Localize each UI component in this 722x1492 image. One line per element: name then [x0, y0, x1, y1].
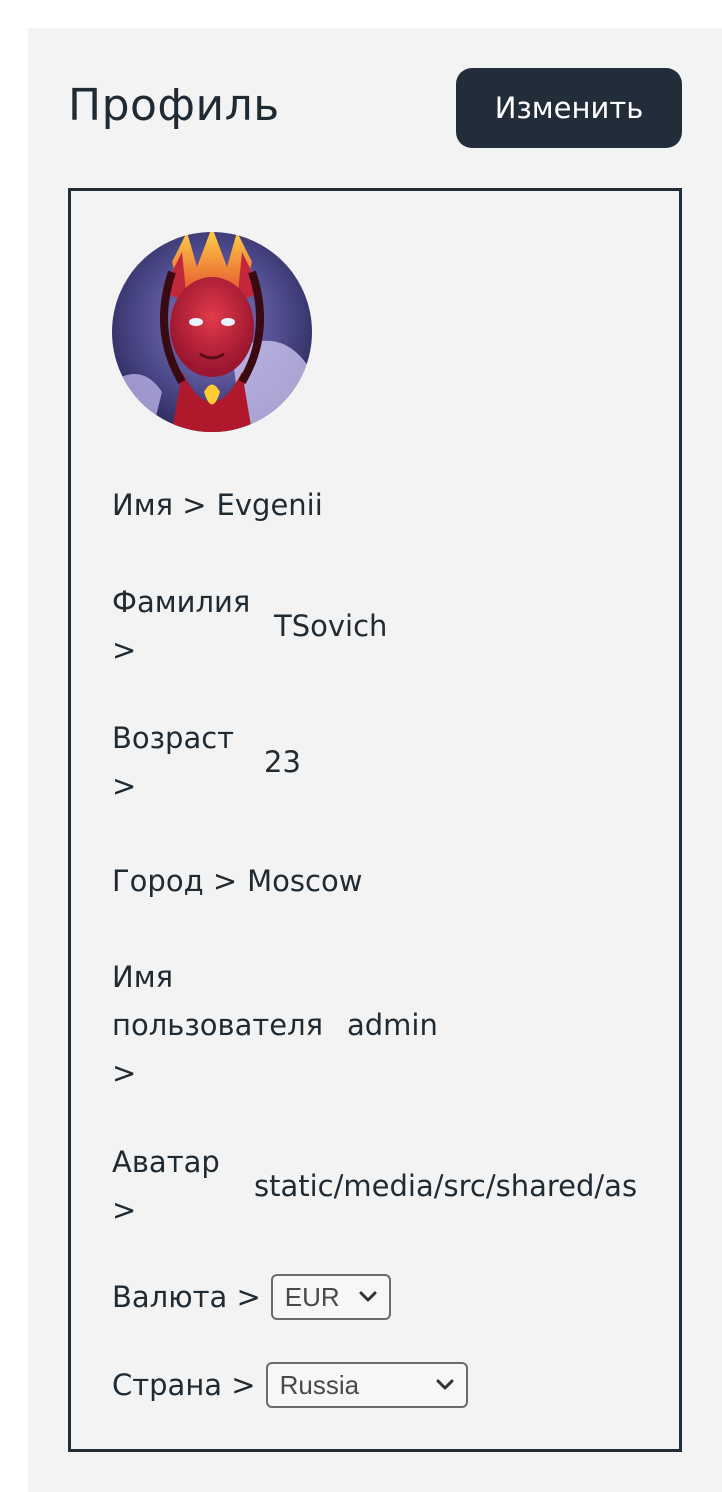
field-avatar-path-value: static/media/src/shared/as: [254, 1169, 638, 1203]
field-avatar-path-label: Аватар >: [112, 1138, 254, 1234]
field-last-name-value: TSovich: [274, 609, 388, 643]
currency-select-value: EUR: [284, 1282, 340, 1312]
field-city: Город > Moscow: [112, 857, 362, 905]
page-title: Профиль: [68, 80, 280, 131]
field-username-label-line3: >: [112, 1056, 137, 1090]
field-last-name: Фамилия > TSovich: [112, 578, 387, 674]
field-age-label: Возраст >: [112, 714, 264, 810]
edit-button[interactable]: Изменить: [456, 68, 682, 148]
field-username-label-line1: Имя: [112, 960, 174, 994]
field-first-name-value: Evgenii: [216, 488, 323, 522]
chevron-down-icon: [359, 1291, 377, 1302]
field-age: Возраст > 23: [112, 714, 301, 810]
field-country-label: Страна >: [112, 1368, 256, 1402]
field-avatar-path: Аватар > static/media/src/shared/as: [112, 1138, 637, 1234]
field-currency-label: Валюта >: [112, 1280, 261, 1314]
field-last-name-label-line2: >: [112, 633, 137, 667]
field-username: Имя пользователя > admin: [112, 953, 438, 1097]
field-last-name-label-line1: Фамилия: [112, 585, 251, 619]
avatar: [112, 232, 312, 432]
country-select[interactable]: Russia: [265, 1362, 468, 1408]
avatar-image-icon: [112, 232, 312, 432]
profile-card: Имя > Evgenii Фамилия > TSovich Возраст …: [68, 188, 682, 1452]
field-age-label-line2: >: [112, 769, 137, 803]
field-username-label-line2: пользователя: [112, 1008, 324, 1042]
field-last-name-label: Фамилия >: [112, 578, 274, 674]
field-username-value: admin: [347, 1008, 438, 1042]
field-avatar-path-label-line1: Аватар: [112, 1145, 220, 1179]
field-city-label: Город >: [112, 864, 238, 898]
field-age-value: 23: [264, 745, 301, 779]
field-currency: Валюта > EUR: [112, 1273, 391, 1321]
field-first-name-label: Имя >: [112, 488, 207, 522]
field-username-label: Имя пользователя >: [112, 953, 347, 1097]
currency-select[interactable]: EUR: [270, 1274, 391, 1320]
profile-panel: Профиль Изменить Имя > Evgenii Фамилия >…: [28, 28, 722, 1492]
field-first-name: Имя > Evgenii: [112, 481, 323, 529]
field-age-label-line1: Возраст: [112, 721, 235, 755]
country-select-value: Russia: [279, 1370, 360, 1400]
field-city-value: Moscow: [247, 864, 363, 898]
field-country: Страна > Russia: [112, 1361, 468, 1409]
field-avatar-path-label-line2: >: [112, 1193, 137, 1227]
chevron-down-icon: [436, 1379, 454, 1390]
